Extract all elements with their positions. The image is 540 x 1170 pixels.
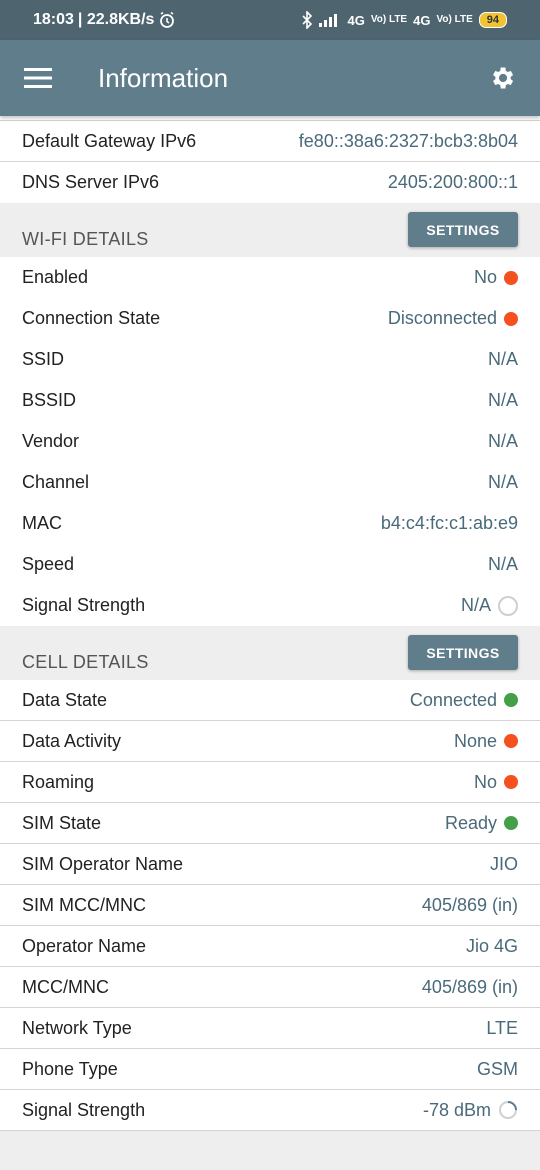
item-value: Jio 4G [465, 935, 518, 956]
item-value: N/A [487, 554, 518, 574]
hamburger-icon[interactable] [0, 40, 76, 116]
item-value: JIO [489, 853, 518, 874]
signal-icon [319, 14, 338, 27]
list-item: Speed N/A [0, 544, 540, 585]
status-dot [504, 311, 518, 326]
item-label: Data State [22, 689, 108, 710]
item-label: SSID [22, 349, 65, 369]
item-label: Enabled [22, 267, 89, 287]
item-label: BSSID [22, 390, 77, 410]
item-label: SIM State [22, 812, 102, 833]
alarm-icon [160, 11, 175, 28]
item-value: fe80::38a6:2327:bcb3:8b04 [298, 130, 518, 151]
item-value: Ready [445, 813, 518, 834]
item-value: b4:c4:fc:c1:ab:e9 [380, 513, 518, 533]
item-label: Connection State [22, 308, 161, 328]
list-item: Network Type LTE [0, 1008, 540, 1049]
item-label: Roaming [22, 771, 95, 792]
item-label: Signal Strength [22, 595, 146, 615]
list-item: Vendor N/A [0, 421, 540, 462]
item-value: No [474, 772, 518, 793]
list-item: MCC/MNC 405/869 (in) [0, 967, 540, 1008]
item-label: Data Activity [22, 730, 122, 751]
status-speed: | 22.8KB/s [77, 11, 155, 28]
item-value: 405/869 (in) [421, 976, 518, 997]
item-value: LTE [486, 1017, 518, 1038]
list-item: Phone Type GSM [0, 1049, 540, 1090]
network-type-1: 4G [347, 12, 365, 28]
list-item: Operator Name Jio 4G [0, 926, 540, 967]
list-item: Enabled No [0, 257, 540, 298]
list-item: Data Activity None [0, 721, 540, 762]
item-value: GSM [476, 1058, 518, 1079]
cell-section-header: CELL DETAILS SETTINGS [0, 626, 540, 680]
section-title: CELL DETAILS [22, 652, 149, 672]
item-value: None [454, 731, 518, 752]
item-label: Phone Type [22, 1058, 118, 1079]
item-value: 2405:200:800::1 [387, 172, 518, 192]
status-bar: 18:03 | 22.8KB/s 4G Vo) LTE 4G Vo) LTE 9… [0, 0, 540, 40]
signal-ring-icon [498, 595, 518, 616]
item-value: Connected [410, 690, 518, 711]
battery-indicator: 94 [478, 12, 507, 28]
list-item: SSID N/A [0, 339, 540, 380]
list-item: Default Gateway IPv6 fe80::38a6:2327:bcb… [0, 121, 540, 162]
list-item: SIM Operator Name JIO [0, 844, 540, 885]
item-value: N/A [461, 595, 518, 616]
list-item: Roaming No [0, 762, 540, 803]
item-label: Operator Name [22, 935, 147, 956]
list-item: Data State Connected [0, 680, 540, 721]
item-label: Default Gateway IPv6 [22, 130, 197, 151]
status-dot [504, 270, 518, 285]
wifi-section-header: WI-FI DETAILS SETTINGS [0, 203, 540, 257]
item-label: Channel [22, 472, 90, 492]
list-item: SIM State Ready [0, 803, 540, 844]
item-label: Vendor [22, 431, 80, 451]
status-dot [504, 693, 518, 707]
volte-badge-2: Vo) LTE [436, 14, 473, 25]
item-label: MAC [22, 513, 62, 533]
item-value: 405/869 (in) [421, 894, 518, 915]
item-label: Network Type [22, 1017, 132, 1038]
list-item: SIM MCC/MNC 405/869 (in) [0, 885, 540, 926]
loading-spinner-icon [499, 1101, 517, 1119]
item-label: Signal Strength [22, 1099, 146, 1120]
list-item: Connection State Disconnected [0, 298, 540, 339]
gear-icon[interactable] [464, 40, 540, 116]
status-dot [504, 734, 518, 748]
item-value: N/A [487, 349, 518, 369]
item-label: SIM Operator Name [22, 853, 184, 874]
network-type-2: 4G [413, 12, 431, 28]
volte-badge-1: Vo) LTE [370, 14, 408, 25]
bluetooth-icon [302, 11, 313, 29]
item-label: SIM MCC/MNC [22, 894, 146, 915]
list-item: Signal Strength N/A [0, 585, 540, 626]
list-item: Channel N/A [0, 462, 540, 503]
item-label: Speed [22, 554, 75, 574]
item-label: DNS Server IPv6 [22, 172, 160, 192]
cell-settings-button[interactable]: SETTINGS [408, 635, 518, 670]
list-item: MAC b4:c4:fc:c1:ab:e9 [0, 503, 540, 544]
item-value: N/A [487, 472, 518, 492]
app-bar: Information [0, 40, 540, 116]
item-value: N/A [487, 431, 518, 451]
section-title: WI-FI DETAILS [22, 229, 149, 249]
list-item: BSSID N/A [0, 380, 540, 421]
status-dot [504, 775, 518, 789]
info-list[interactable]: Default Gateway IPv6 fe80::38a6:2327:bcb… [0, 116, 540, 1170]
item-value: -78 dBm [423, 1100, 518, 1121]
status-dot [504, 816, 518, 830]
item-value: Disconnected [388, 308, 518, 329]
wifi-settings-button[interactable]: SETTINGS [408, 212, 518, 247]
status-time: 18:03 [33, 11, 74, 28]
list-item: DNS Server IPv6 2405:200:800::1 [0, 162, 540, 203]
item-label: MCC/MNC [22, 976, 109, 997]
page-title: Information [98, 62, 229, 93]
item-value: N/A [487, 390, 518, 410]
item-value: No [474, 267, 518, 288]
list-item: Signal Strength -78 dBm [0, 1090, 540, 1131]
